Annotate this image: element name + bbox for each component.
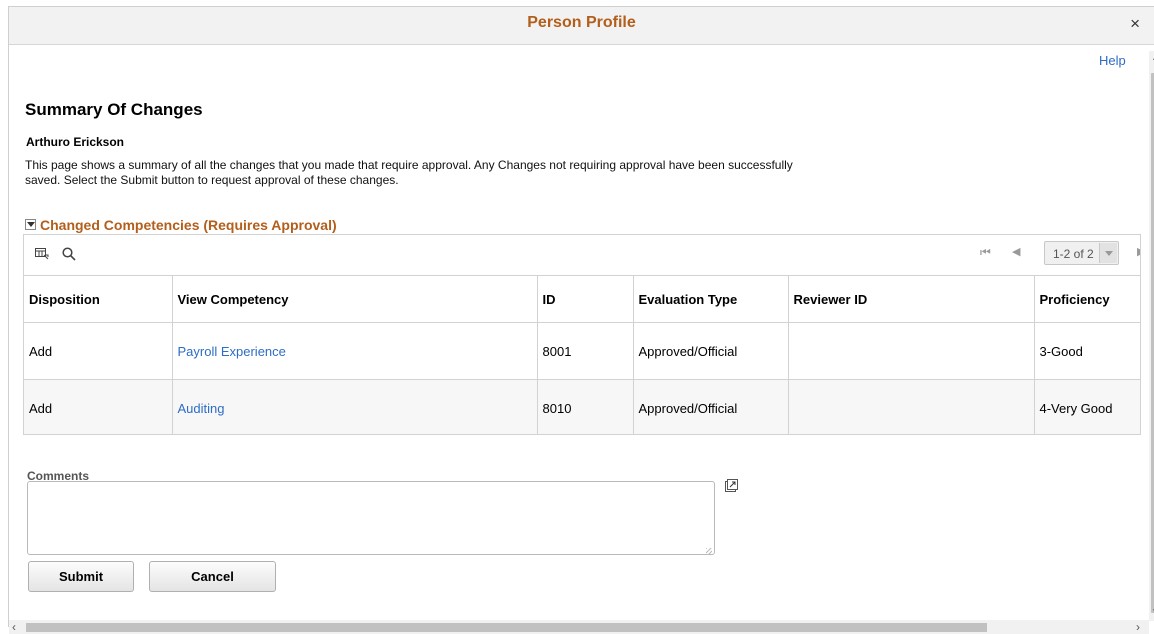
- page-title: Summary Of Changes: [25, 100, 203, 119]
- proficiency-cell: 3-Good: [1033, 322, 1140, 380]
- column-header-disposition: Disposition: [24, 276, 172, 323]
- instructions-text: This page shows a summary of all the cha…: [25, 158, 793, 187]
- search-icon[interactable]: [62, 247, 76, 266]
- help-link[interactable]: Help: [1099, 53, 1126, 68]
- id-cell: 8010: [536, 379, 633, 434]
- reviewer-id-cell: [787, 322, 1034, 380]
- table-row: Add Auditing 8010 Approved/Official 4-Ve…: [24, 379, 1140, 434]
- column-header-id: ID: [536, 276, 633, 323]
- first-page-icon[interactable]: ⏮: [980, 245, 991, 260]
- column-header-proficiency: Proficiency: [1033, 276, 1140, 323]
- evaluation-type-cell: Approved/Official: [632, 379, 788, 434]
- person-profile-dialog: Person Profile × Help Summary Of Changes…: [8, 6, 1154, 634]
- disposition-cell: Add: [24, 379, 172, 434]
- previous-page-icon[interactable]: ◀: [1012, 245, 1020, 258]
- table-header-row: Disposition View Competency ID Evaluatio…: [24, 276, 1140, 323]
- next-page-icon[interactable]: ▶: [1137, 245, 1140, 258]
- section-title: Changed Competencies (Requires Approval): [40, 217, 337, 233]
- row-range-label: 1-2 of 2: [1053, 247, 1094, 261]
- horizontal-scrollbar[interactable]: ‹ ›: [9, 620, 1149, 634]
- column-header-view-competency: View Competency: [171, 276, 537, 323]
- resize-grip-icon[interactable]: [706, 548, 712, 554]
- competency-link[interactable]: Payroll Experience: [178, 344, 286, 359]
- horizontal-scroll-thumb[interactable]: [26, 623, 987, 632]
- row-range-select[interactable]: 1-2 of 2: [1044, 241, 1119, 265]
- close-icon[interactable]: ×: [1130, 14, 1140, 34]
- competencies-grid: ⏮ ◀ 1-2 of 2 ▶ Disposition View Competen…: [23, 234, 1141, 435]
- submit-button[interactable]: Submit: [28, 561, 134, 592]
- cancel-button[interactable]: Cancel: [149, 561, 276, 592]
- personalize-grid-icon[interactable]: [35, 247, 49, 265]
- expand-editor-icon[interactable]: [725, 479, 738, 497]
- evaluation-type-cell: Approved/Official: [632, 322, 788, 380]
- dialog-titlebar: Person Profile ×: [9, 7, 1154, 45]
- scroll-left-icon[interactable]: ‹: [12, 620, 16, 634]
- id-cell: 8001: [536, 322, 633, 380]
- comments-field[interactable]: [27, 481, 715, 555]
- dialog-title: Person Profile: [527, 14, 636, 31]
- competency-cell: Auditing: [171, 379, 537, 434]
- grid-toolbar: ⏮ ◀ 1-2 of 2 ▶: [24, 235, 1140, 276]
- section-collapse-toggle[interactable]: [25, 219, 36, 230]
- column-header-reviewer-id: Reviewer ID: [787, 276, 1034, 323]
- chevron-down-icon: [1099, 243, 1117, 263]
- scroll-right-icon[interactable]: ›: [1136, 620, 1140, 634]
- competency-cell: Payroll Experience: [171, 322, 537, 380]
- competency-link[interactable]: Auditing: [178, 401, 225, 416]
- reviewer-id-cell: [787, 379, 1034, 434]
- competencies-table: Disposition View Competency ID Evaluatio…: [24, 276, 1140, 434]
- vertical-scrollbar[interactable]: ▲ ▼: [1149, 51, 1154, 621]
- disposition-cell: Add: [24, 322, 172, 380]
- proficiency-cell: 4-Very Good: [1033, 379, 1140, 434]
- person-name: Arthuro Erickson: [26, 135, 125, 149]
- column-header-evaluation-type: Evaluation Type: [632, 276, 788, 323]
- table-row: Add Payroll Experience 8001 Approved/Off…: [24, 322, 1140, 380]
